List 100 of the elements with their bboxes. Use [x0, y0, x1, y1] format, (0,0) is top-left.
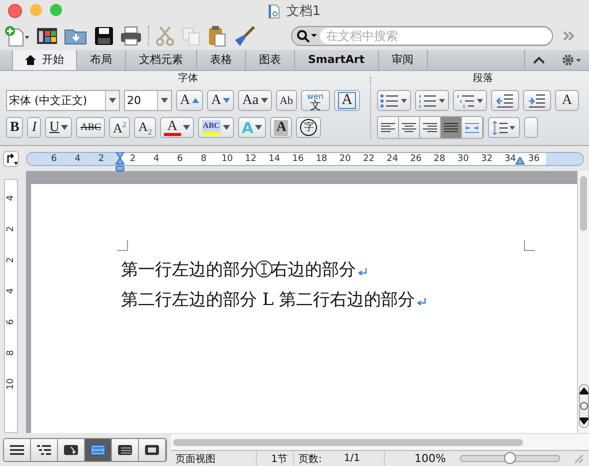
- ribbon-tab[interactable]: 表格: [197, 50, 246, 70]
- shrink-font-button[interactable]: A: [207, 90, 234, 112]
- ruler-number: 24: [386, 152, 400, 165]
- ribbon-tab[interactable]: 开始: [13, 50, 77, 70]
- increase-indent-button[interactable]: [523, 90, 551, 112]
- italic-button[interactable]: I: [27, 117, 42, 138]
- ruler-number: 10: [5, 378, 17, 390]
- ruler-number: 26: [409, 152, 423, 165]
- scrollbar-thumb[interactable]: [172, 438, 523, 446]
- ribbon-tab[interactable]: 布局: [77, 50, 126, 70]
- group-label: 段落: [472, 72, 494, 85]
- printer-icon[interactable]: [120, 26, 142, 46]
- subscript-button[interactable]: A$_{2}$: [134, 117, 156, 138]
- tab-stop-icon[interactable]: [3, 150, 19, 167]
- settings-icon[interactable]: [561, 52, 581, 67]
- outdent-icon: [496, 94, 514, 108]
- ribbon-tab[interactable]: SmartArt: [295, 50, 379, 70]
- horizontal-ruler[interactable]: 6 4 2 2 4 6 8 10 12 14 16 18 20 22 24 26 28 30 32 34 36: [26, 152, 584, 166]
- paintbrush-icon[interactable]: [233, 24, 255, 47]
- center-align-icon: [401, 122, 417, 134]
- justify-align-button[interactable]: [441, 117, 462, 138]
- left-align-icon: [380, 122, 396, 134]
- new-document-icon[interactable]: [4, 24, 30, 47]
- enclose-characters-button[interactable]: 字: [296, 117, 322, 138]
- save-icon[interactable]: [94, 26, 114, 46]
- center-align-button[interactable]: [399, 117, 420, 138]
- strikethrough-button[interactable]: ABC: [76, 117, 106, 138]
- gallery-icon[interactable]: [36, 26, 58, 46]
- multilevel-list-button[interactable]: [453, 90, 487, 112]
- caret-icon: [61, 125, 68, 130]
- text-direction-button[interactable]: A: [555, 90, 579, 112]
- publishing-view-icon: [62, 444, 79, 456]
- collapse-caret-icon[interactable]: [533, 54, 545, 65]
- outline-view-button[interactable]: [30, 439, 58, 461]
- paragraph-mark-icon: [358, 268, 367, 276]
- numbering-button[interactable]: [415, 90, 449, 112]
- search-field[interactable]: 在文档中搜索: [291, 26, 553, 46]
- bullets-button[interactable]: [377, 90, 411, 112]
- clipboard-icon[interactable]: [207, 24, 227, 47]
- change-case-button[interactable]: Aa: [238, 90, 272, 112]
- group-label: 字体: [177, 72, 199, 85]
- fullscreen-view-icon: [144, 444, 160, 456]
- ruler-number: 20: [338, 152, 352, 165]
- caret-icon: [182, 125, 190, 130]
- ruler-number: 14: [268, 152, 282, 165]
- caret-icon: [255, 125, 262, 130]
- clear-formatting-button[interactable]: Ab: [276, 90, 298, 112]
- grow-font-button[interactable]: A: [176, 90, 204, 112]
- document-icon: [268, 4, 280, 18]
- highlight-button[interactable]: ABC: [198, 117, 234, 138]
- draft-view-button[interactable]: [4, 439, 31, 461]
- ruler-number: 2: [128, 152, 137, 165]
- decrease-indent-button[interactable]: [491, 90, 519, 112]
- superscript-button[interactable]: A$^{2}$: [109, 117, 130, 138]
- ruler-number: 2: [5, 256, 17, 266]
- scrollbar-thumb[interactable]: [580, 176, 587, 232]
- font-color-button[interactable]: A: [160, 117, 194, 138]
- outline-view-icon: [36, 444, 52, 456]
- resize-grip-icon[interactable]: [574, 454, 584, 464]
- ruler-number: 2: [5, 225, 17, 234]
- justify-align-icon: [443, 122, 459, 134]
- character-shading-button[interactable]: A: [270, 117, 292, 138]
- zoom-level: 100%: [414, 452, 446, 466]
- right-align-icon: [422, 122, 438, 134]
- up-triangle-icon: [192, 98, 200, 104]
- line-spacing-button[interactable]: [488, 117, 520, 138]
- distributed-align-button[interactable]: [462, 117, 483, 138]
- bullet-list-icon: [380, 94, 408, 108]
- notebook-view-icon: [116, 444, 133, 456]
- ruler-number: 6: [176, 152, 184, 165]
- bold-button[interactable]: B: [6, 117, 24, 138]
- notebook-view-button[interactable]: [112, 439, 139, 461]
- ruler-number: 10: [220, 152, 234, 165]
- ruler-number: 4: [74, 152, 82, 165]
- caret-icon: [260, 98, 268, 104]
- font-size-combobox[interactable]: 20: [124, 90, 172, 112]
- ribbon-tab[interactable]: 审阅: [378, 50, 428, 70]
- right-indent-marker-icon[interactable]: [515, 156, 525, 165]
- font-name-combobox[interactable]: 宋体 (中文正文): [6, 90, 120, 112]
- ruler-number: 12: [244, 152, 258, 165]
- ruler-number: 8: [5, 349, 17, 358]
- ribbon-tab[interactable]: 图表: [246, 50, 295, 70]
- left-align-button[interactable]: [378, 117, 399, 138]
- document-page[interactable]: 第一行左边的部分 右边的部分 第二行左边的部分 L 第二行右边的部分: [31, 184, 577, 434]
- phonetic-guide-button[interactable]: wen 文: [301, 90, 330, 112]
- underline-button[interactable]: U: [45, 117, 72, 138]
- right-align-button[interactable]: [420, 117, 441, 138]
- pages-count: 1/1: [344, 453, 360, 464]
- close-button[interactable]: [8, 4, 22, 18]
- numbered-list-icon: [418, 94, 446, 108]
- slider-thumb[interactable]: [504, 452, 516, 464]
- character-border-button[interactable]: A: [334, 90, 360, 112]
- ribbon-tab[interactable]: 文档元素: [126, 50, 197, 70]
- browse-arrows-icon[interactable]: [578, 384, 588, 428]
- zoom-slider[interactable]: [460, 455, 560, 462]
- ruler-number: 4: [152, 152, 160, 165]
- ruler-number: 34: [504, 152, 518, 165]
- publishing-view-button[interactable]: [58, 439, 85, 461]
- fullscreen-view-button[interactable]: [138, 439, 166, 461]
- indent-icon: [528, 94, 546, 108]
